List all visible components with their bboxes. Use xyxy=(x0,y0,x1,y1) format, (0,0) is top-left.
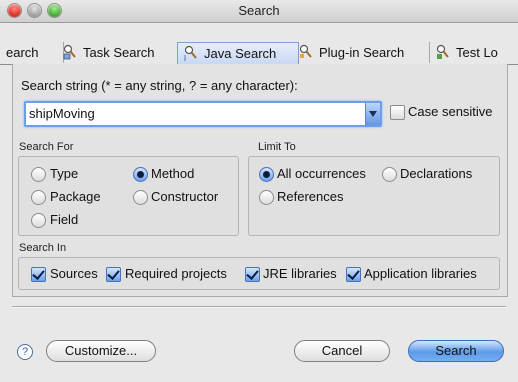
search-tabs: earch Task Search J Java Search Plug-in … xyxy=(0,42,518,65)
window-title: Search xyxy=(238,3,280,18)
radio-field-label: Field xyxy=(50,212,79,227)
cancel-button[interactable]: Cancel xyxy=(294,340,390,362)
radio-all-occurrences[interactable] xyxy=(259,167,274,182)
search-for-title: Search For xyxy=(19,141,74,153)
checkbox-sources[interactable] xyxy=(31,267,46,282)
search-string-value[interactable]: shipMoving xyxy=(29,106,95,121)
tab-test-search[interactable]: Test Lo xyxy=(430,42,518,63)
checkbox-required-projects[interactable] xyxy=(106,267,121,282)
test-search-icon xyxy=(436,44,450,60)
radio-constructor-label: Constructor xyxy=(151,189,219,204)
search-for-group: Type Method Package Constructor Field xyxy=(18,156,239,236)
chevron-down-icon xyxy=(369,111,377,117)
plugin-search-icon xyxy=(299,44,313,60)
separator xyxy=(12,306,506,308)
customize-button[interactable]: Customize... xyxy=(46,340,156,362)
radio-constructor[interactable] xyxy=(133,190,148,205)
radio-type-label: Type xyxy=(50,166,79,181)
radio-references-label: References xyxy=(277,189,344,204)
combo-dropdown-button[interactable] xyxy=(365,103,380,125)
radio-declarations-label: Declarations xyxy=(400,166,473,181)
radio-type[interactable] xyxy=(31,167,46,182)
task-search-icon xyxy=(63,44,77,60)
tab-java-search[interactable]: J Java Search xyxy=(177,42,299,64)
radio-package-label: Package xyxy=(50,189,101,204)
search-in-title: Search In xyxy=(19,242,67,254)
search-string-label: Search string (* = any string, ? = any c… xyxy=(21,78,298,93)
java-search-icon: J xyxy=(184,45,198,61)
case-sensitive-label: Case sensitive xyxy=(408,104,493,119)
search-dialog: Search earch Task Search J Java Search P… xyxy=(0,0,518,382)
checkbox-jre-libraries[interactable] xyxy=(245,267,260,282)
checkbox-sources-label: Sources xyxy=(50,266,98,281)
tab-label: Test Lo xyxy=(456,45,498,60)
svg-text:J: J xyxy=(184,54,186,61)
search-string-combo[interactable]: shipMoving xyxy=(24,101,382,127)
java-search-panel: Search string (* = any string, ? = any c… xyxy=(12,64,508,297)
tab-label: Java Search xyxy=(204,46,277,61)
radio-all-occurrences-label: All occurrences xyxy=(277,166,366,181)
radio-method[interactable] xyxy=(133,167,148,182)
radio-references[interactable] xyxy=(259,190,274,205)
help-icon[interactable]: ? xyxy=(17,344,33,360)
tab-label: earch xyxy=(6,45,39,60)
search-button[interactable]: Search xyxy=(408,340,504,362)
tab-task-search[interactable]: Task Search xyxy=(55,42,179,63)
radio-declarations[interactable] xyxy=(382,167,397,182)
case-sensitive-checkbox[interactable] xyxy=(390,105,405,120)
checkbox-jre-libraries-label: JRE libraries xyxy=(263,266,337,281)
title-bar: Search xyxy=(0,0,518,23)
limit-to-title: Limit To xyxy=(258,141,296,153)
checkbox-required-projects-label: Required projects xyxy=(125,266,227,281)
checkbox-application-libraries[interactable] xyxy=(346,267,361,282)
radio-field[interactable] xyxy=(31,213,46,228)
tab-label: Task Search xyxy=(83,45,155,60)
checkbox-application-libraries-label: Application libraries xyxy=(364,266,477,281)
limit-to-group: All occurrences Declarations References xyxy=(248,156,500,236)
radio-package[interactable] xyxy=(31,190,46,205)
search-in-group: Sources Required projects JRE libraries … xyxy=(18,257,500,290)
tab-label: Plug-in Search xyxy=(319,45,405,60)
radio-method-label: Method xyxy=(151,166,195,181)
tab-plugin-search[interactable]: Plug-in Search xyxy=(293,42,430,63)
